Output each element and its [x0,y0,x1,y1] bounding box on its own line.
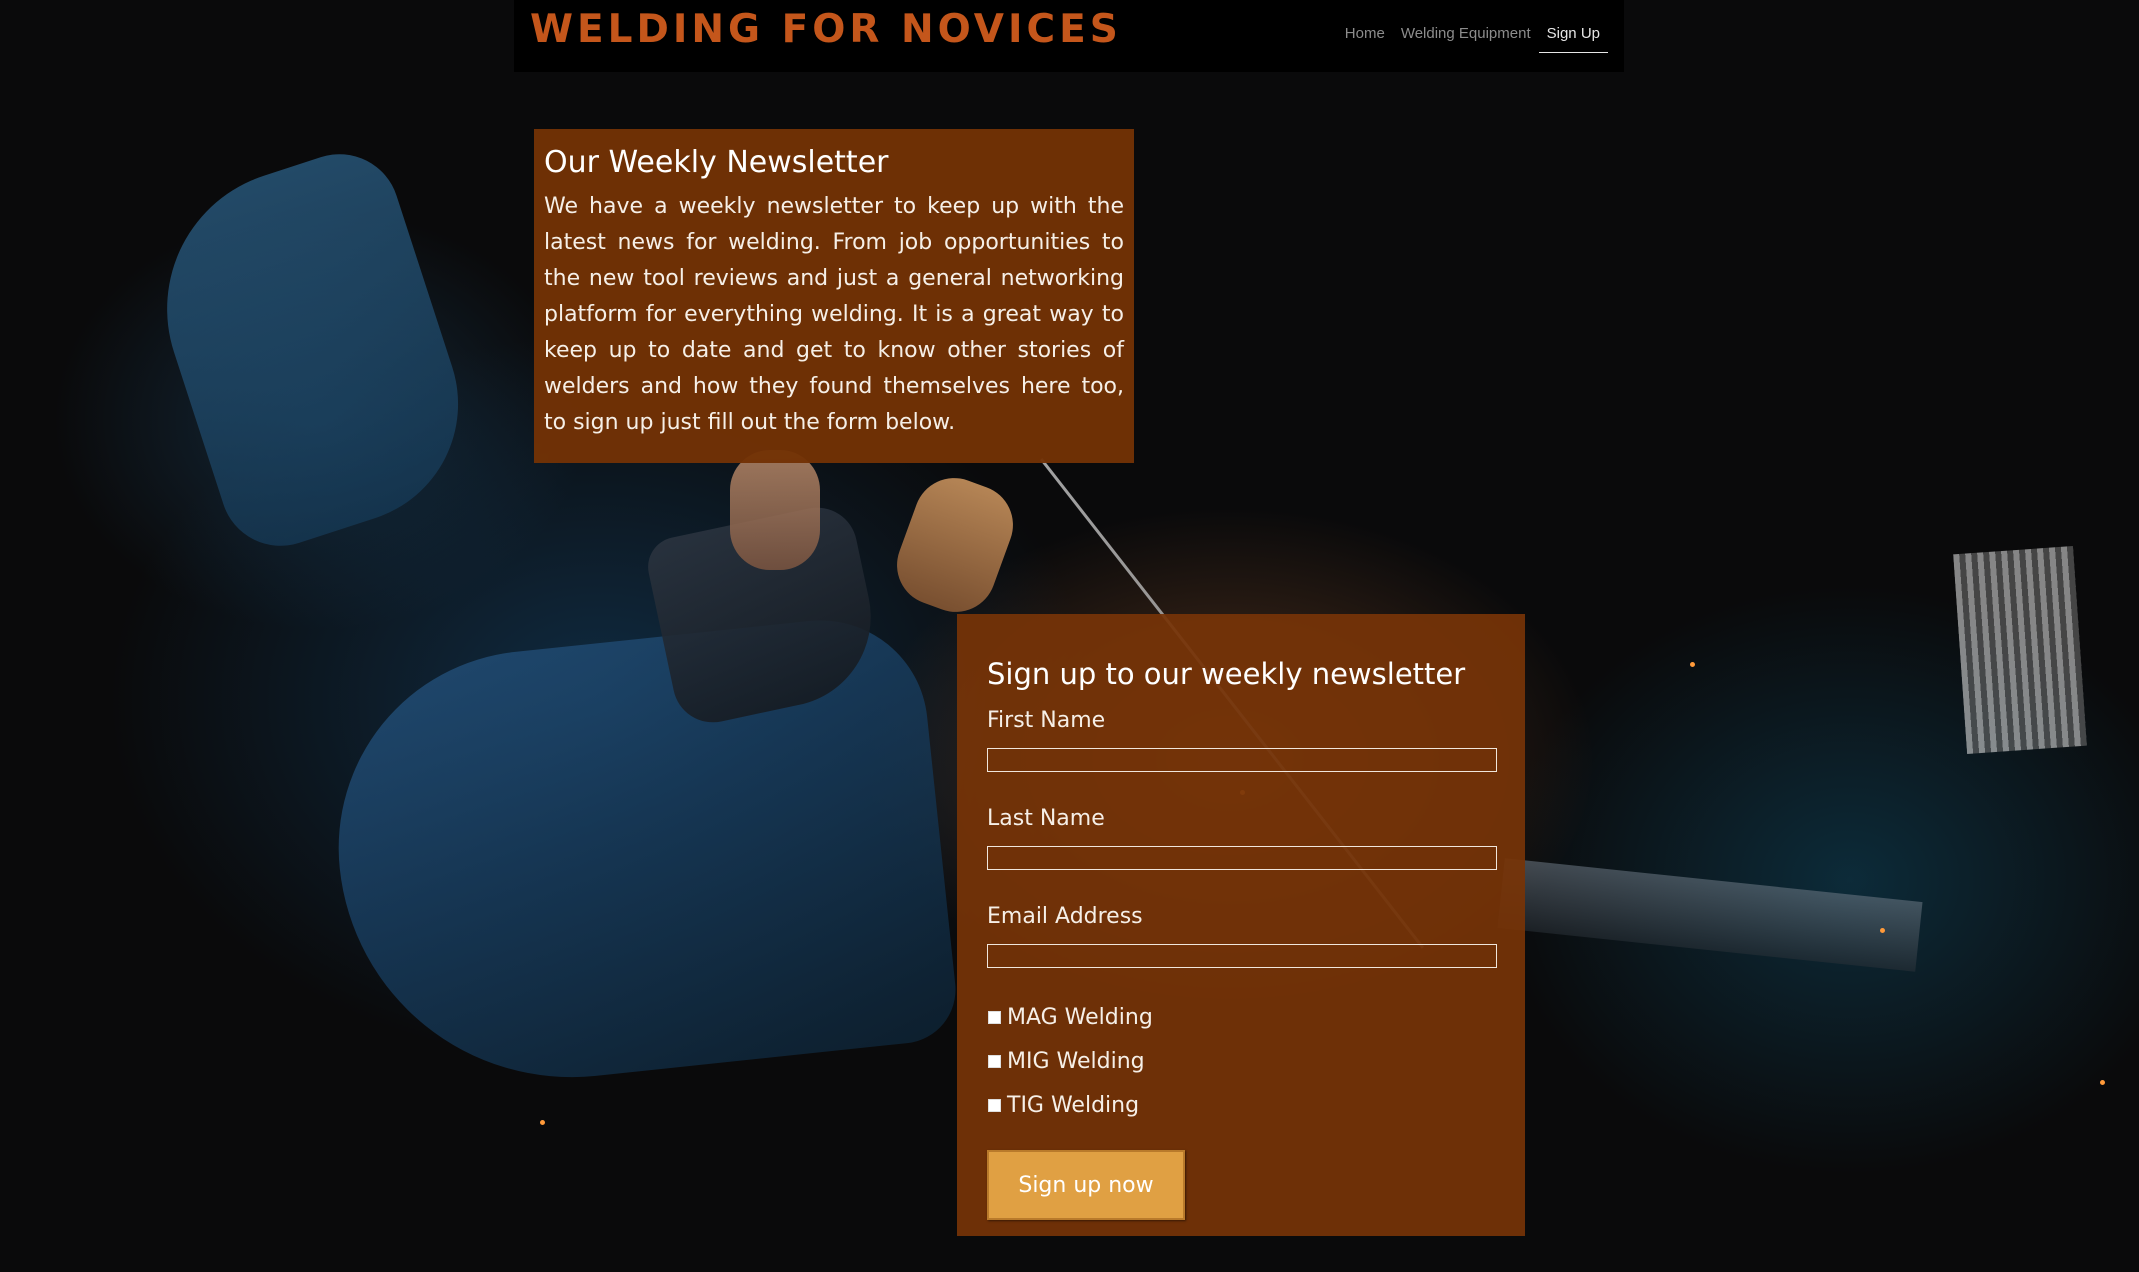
option-mag-welding[interactable]: MAG Welding [987,1000,1495,1034]
newsletter-info-panel: Our Weekly Newsletter We have a weekly n… [534,129,1134,463]
email-address-label: Email Address [987,904,1143,929]
background-electrodes [1953,546,2087,754]
sign-up-now-button[interactable]: Sign up now [987,1150,1185,1220]
signup-form-heading: Sign up to our weekly newsletter [987,657,1466,691]
background-spark [540,1120,545,1125]
mig-welding-label: MIG Welding [1007,1048,1145,1074]
top-navbar: WELDING FOR NOVICES Home Welding Equipme… [514,0,1624,72]
option-mig-welding[interactable]: MIG Welding [987,1044,1495,1078]
option-tig-welding[interactable]: TIG Welding [987,1088,1495,1122]
first-name-input[interactable] [987,748,1497,772]
tig-welding-label: TIG Welding [1007,1092,1140,1118]
background-workbench [1497,858,1923,972]
background-spark [2100,1080,2105,1085]
newsletter-heading: Our Weekly Newsletter [544,145,889,180]
tig-welding-checkbox[interactable] [988,1098,1001,1112]
nav-links: Home Welding Equipment Sign Up [1337,22,1608,53]
page-background: WELDING FOR NOVICES Home Welding Equipme… [0,0,2139,1272]
last-name-label: Last Name [987,806,1105,831]
background-spark [1880,928,1885,933]
background-spark [1690,662,1695,667]
background-welder-arm [130,138,490,562]
site-brand[interactable]: WELDING FOR NOVICES [530,4,1122,56]
nav-home-link[interactable]: Home [1337,22,1393,53]
nav-welding-equipment-link[interactable]: Welding Equipment [1393,22,1539,53]
email-address-input[interactable] [987,944,1497,968]
signup-form-panel: Sign up to our weekly newsletter First N… [957,614,1525,1236]
background-hand [730,450,820,570]
mag-welding-checkbox[interactable] [988,1010,1001,1024]
first-name-label: First Name [987,708,1106,733]
last-name-input[interactable] [987,846,1497,870]
mag-welding-label: MAG Welding [1007,1004,1153,1030]
background-welder-leg [319,609,961,1101]
background-hand-right [885,466,1025,624]
newsletter-description: We have a weekly newsletter to keep up w… [544,194,1124,435]
nav-sign-up-link[interactable]: Sign Up [1538,22,1608,53]
mig-welding-checkbox[interactable] [988,1054,1001,1068]
